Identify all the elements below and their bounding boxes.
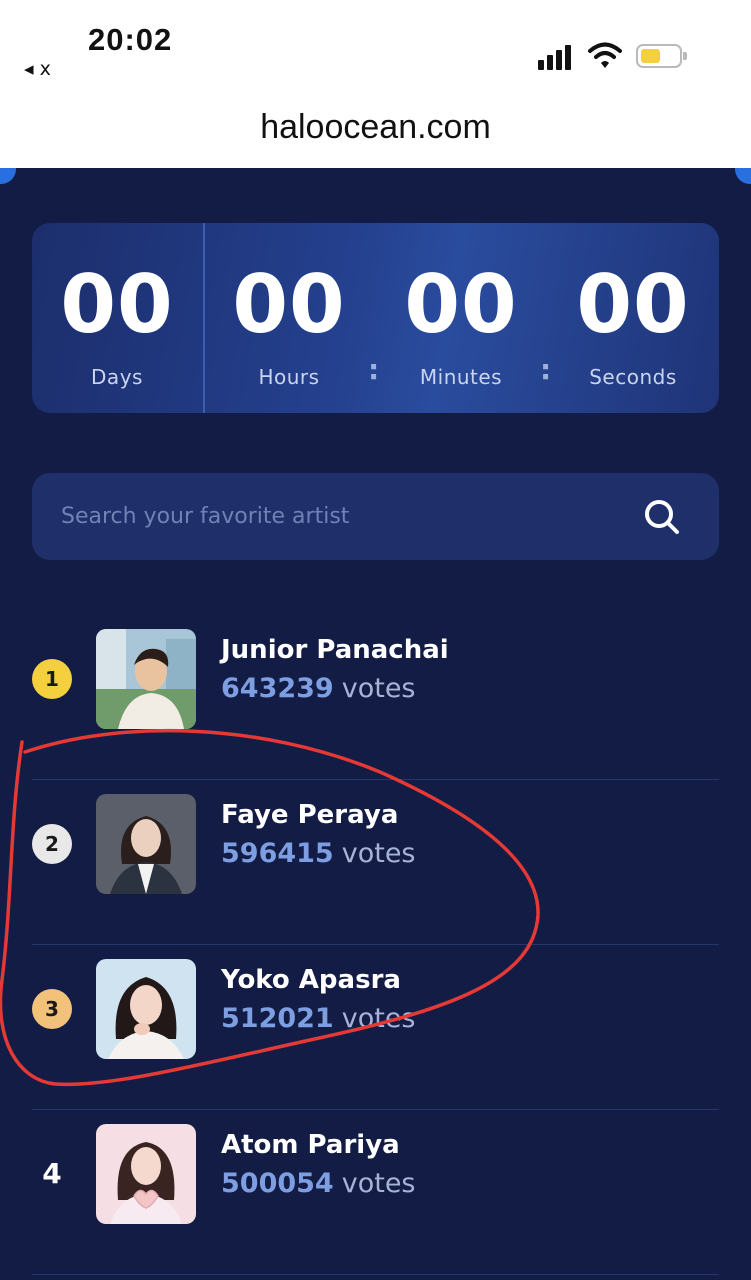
vote-unit: votes <box>341 1168 416 1199</box>
rank-badge-gold: 1 <box>32 659 72 699</box>
vote-unit: votes <box>341 673 416 704</box>
vote-count: 512021 votes <box>221 1003 416 1034</box>
cellular-signal-icon <box>538 44 578 70</box>
artist-avatar <box>96 959 196 1059</box>
wifi-icon <box>588 42 622 68</box>
decorative-corner-right <box>735 168 751 184</box>
vote-number: 643239 <box>221 673 334 704</box>
artist-avatar <box>96 794 196 894</box>
minutes-label: Minutes <box>419 365 503 389</box>
seconds-label: Seconds <box>589 365 677 389</box>
vote-count: 643239 votes <box>221 673 416 704</box>
countdown-divider <box>203 223 205 413</box>
voting-page: 00 Days 00 Hours : 00 Minutes : 00 Secon… <box>0 168 751 1280</box>
vote-count: 596415 votes <box>221 838 416 869</box>
minutes-value: 00 <box>404 258 518 351</box>
artist-name: Junior Panachai <box>221 635 449 665</box>
countdown-timer: 00 Days 00 Hours : 00 Minutes : 00 Secon… <box>32 223 719 413</box>
artist-row-1[interactable]: 1 Junior Panachai 643239 votes <box>32 615 719 780</box>
countdown-minutes: 00 Minutes <box>391 258 531 390</box>
url-text: haloocean.com <box>260 108 491 146</box>
artist-row-4[interactable]: 4 Atom Pariya 500054 votes <box>32 1110 719 1275</box>
seconds-value: 00 <box>576 258 690 351</box>
search-input[interactable] <box>32 473 632 560</box>
vote-count: 500054 votes <box>221 1168 416 1199</box>
days-value: 00 <box>60 258 174 351</box>
vote-unit: votes <box>341 838 416 869</box>
status-bar: ◂ x 20:02 <box>0 0 751 100</box>
back-to-app-button[interactable]: ◂ x <box>24 58 51 80</box>
countdown-colon: : <box>540 353 552 386</box>
artist-name: Faye Peraya <box>221 800 399 830</box>
row-divider <box>32 1274 719 1275</box>
artist-row-2[interactable]: 2 Faye Peraya 596415 votes <box>32 780 719 945</box>
browser-url-bar[interactable]: haloocean.com <box>0 100 751 168</box>
rank-badge-silver: 2 <box>32 824 72 864</box>
vote-number: 596415 <box>221 838 334 869</box>
artist-name: Atom Pariya <box>221 1130 400 1160</box>
rank-badge-bronze: 3 <box>32 989 72 1029</box>
artist-avatar <box>96 629 196 729</box>
decorative-corner-left <box>0 168 16 184</box>
countdown-colon: : <box>368 353 380 386</box>
artist-avatar <box>96 1124 196 1224</box>
countdown-days: 00 Days <box>47 258 187 390</box>
days-label: Days <box>91 365 143 389</box>
vote-unit: votes <box>341 1003 416 1034</box>
search-icon[interactable] <box>642 497 682 537</box>
battery-icon <box>636 44 687 68</box>
rank-number: 4 <box>42 1157 62 1190</box>
hours-value: 00 <box>232 258 346 351</box>
status-time: 20:02 <box>88 22 173 57</box>
artist-name: Yoko Apasra <box>221 965 401 995</box>
vote-number: 512021 <box>221 1003 334 1034</box>
vote-number: 500054 <box>221 1168 334 1199</box>
countdown-seconds: 00 Seconds <box>563 258 703 390</box>
countdown-hours: 00 Hours <box>219 258 359 390</box>
hours-label: Hours <box>258 365 320 389</box>
artist-search-bar <box>32 473 719 560</box>
artist-row-3[interactable]: 3 Yoko Apasra 512021 votes <box>32 945 719 1110</box>
